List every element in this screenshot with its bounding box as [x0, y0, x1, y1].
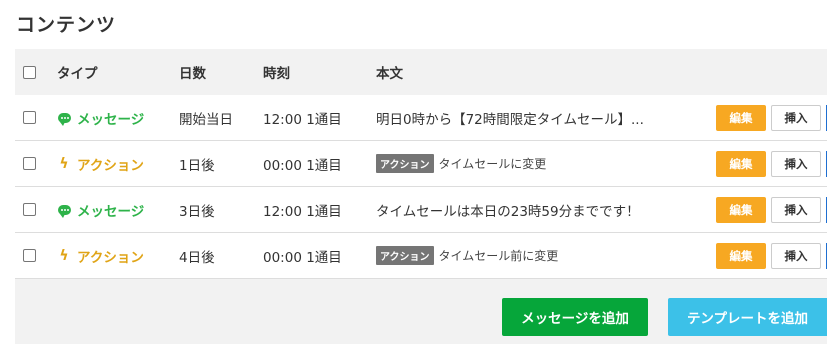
table-row: メッセージ 3日後 12:00 1通目 タイムセールは本日の23時59分までです… — [15, 187, 827, 233]
table-row: ϟ アクション 4日後 00:00 1通目 アクション タイムセール前に変更 編… — [15, 233, 827, 279]
time-cell: 12:00 1通目 — [263, 203, 342, 220]
time-cell: 12:00 1通目 — [263, 111, 342, 128]
day-cell: 1日後 — [179, 157, 215, 174]
chat-bubble-icon — [57, 110, 71, 126]
body-text: 明日0時から【72時間限定タイムセール】... — [376, 111, 644, 128]
body-cell: アクション タイムセール前に変更 — [376, 233, 558, 278]
day-cell: 4日後 — [179, 249, 215, 266]
edit-button[interactable]: 編集 — [716, 242, 766, 269]
type-label: メッセージ — [77, 203, 145, 220]
type-cell: メッセージ — [57, 95, 144, 140]
insert-button[interactable]: 挿入 — [771, 150, 821, 177]
header-type: タイプ — [57, 66, 98, 82]
row-checkbox[interactable] — [23, 203, 36, 216]
insert-button[interactable]: 挿入 — [771, 104, 821, 131]
header-time: 時刻 — [263, 66, 290, 82]
chat-bubble-icon — [57, 202, 71, 218]
row-checkbox[interactable] — [23, 111, 36, 124]
header-day: 日数 — [179, 66, 206, 82]
table-row: メッセージ 開始当日 12:00 1通目 明日0時から【72時間限定タイムセール… — [15, 95, 827, 141]
body-text: タイムセールに変更 — [438, 157, 547, 171]
type-label: アクション — [77, 249, 144, 266]
body-cell: 明日0時から【72時間限定タイムセール】... — [376, 95, 644, 140]
edit-button[interactable]: 編集 — [716, 104, 766, 131]
lightning-icon: ϟ — [59, 247, 69, 264]
row-checkbox[interactable] — [23, 157, 36, 170]
body-cell: タイムセールは本日の23時59分までです！ — [376, 187, 640, 232]
table-header: タイプ 日数 時刻 本文 — [15, 49, 827, 95]
time-cell: 00:00 1通目 — [263, 157, 342, 174]
day-cell: 3日後 — [179, 203, 215, 220]
body-text: タイムセールは本日の23時59分までです！ — [376, 203, 640, 220]
insert-button[interactable]: 挿入 — [771, 242, 821, 269]
insert-button[interactable]: 挿入 — [771, 196, 821, 223]
page-title: コンテンツ — [16, 14, 117, 36]
time-cell: 00:00 1通目 — [263, 249, 342, 266]
day-cell: 開始当日 — [179, 111, 233, 128]
add-template-button[interactable]: テンプレートを追加 — [668, 298, 827, 336]
edit-button[interactable]: 編集 — [716, 150, 766, 177]
table-row: ϟ アクション 1日後 00:00 1通目 アクション タイムセールに変更 編集… — [15, 141, 827, 187]
type-cell: ϟ アクション — [57, 141, 144, 186]
body-text: タイムセール前に変更 — [438, 249, 559, 263]
add-message-button[interactable]: メッセージを追加 — [502, 298, 648, 336]
type-cell: ϟ アクション — [57, 233, 144, 278]
action-tag: アクション — [376, 154, 434, 173]
type-label: アクション — [77, 157, 144, 174]
body-cell: アクション タイムセールに変更 — [376, 141, 546, 186]
action-tag: アクション — [376, 246, 434, 265]
lightning-icon: ϟ — [59, 155, 69, 172]
type-label: メッセージ — [77, 111, 145, 128]
row-checkbox[interactable] — [23, 249, 36, 262]
type-cell: メッセージ — [57, 187, 144, 232]
select-all-checkbox[interactable] — [23, 65, 36, 79]
contents-table: タイプ 日数 時刻 本文 メッセージ 開始当日 12:00 1通目 明日0時から… — [15, 49, 827, 279]
header-body: 本文 — [376, 66, 403, 82]
edit-button[interactable]: 編集 — [716, 196, 766, 223]
